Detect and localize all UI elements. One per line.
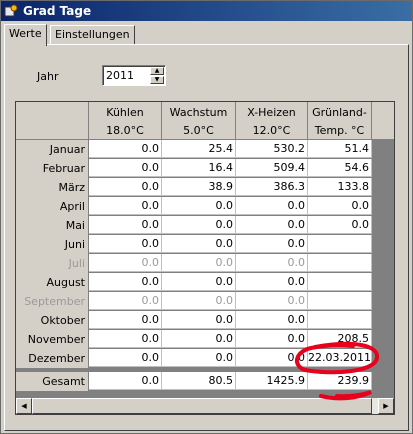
table-cell[interactable]: 239.9 — [308, 372, 372, 390]
column-subtitle: 5.0°C — [183, 124, 214, 137]
row-header[interactable]: Juni — [16, 235, 88, 254]
table-cell[interactable]: 0.0 — [89, 311, 162, 329]
table-cell[interactable]: 1425.9 — [236, 372, 308, 390]
table-cell[interactable]: 0.0 — [89, 254, 162, 272]
table-cell[interactable]: 0.0 — [89, 235, 162, 253]
row-header[interactable]: Januar — [16, 140, 88, 159]
row-header[interactable]: April — [16, 197, 88, 216]
column-title: Grünland- — [312, 106, 367, 119]
spin-up-icon[interactable]: ▲ — [150, 67, 164, 75]
table-cell[interactable] — [308, 254, 372, 272]
table-cell[interactable]: 0.0 — [162, 216, 236, 234]
table-cell[interactable]: 0.0 — [308, 197, 372, 215]
column-title: Wachstum — [169, 106, 228, 119]
row-header[interactable]: Oktober — [16, 311, 88, 330]
table-cell[interactable]: 51.4 — [308, 140, 372, 158]
table-cell[interactable] — [308, 311, 372, 329]
horizontal-scrollbar[interactable]: ◀ ▶ — [16, 398, 394, 414]
table-cell[interactable]: 133.8 — [308, 178, 372, 196]
table-cell[interactable]: 0.0 — [308, 216, 372, 234]
table-cell[interactable]: 0.0 — [89, 330, 162, 348]
table-cell[interactable]: 0.0 — [89, 197, 162, 215]
table-cell[interactable]: 0.0 — [89, 178, 162, 196]
table-cell[interactable]: 0.0 — [162, 254, 236, 272]
row-header[interactable]: Dezember — [16, 349, 88, 368]
scroll-left-icon[interactable]: ◀ — [16, 398, 32, 414]
row-header[interactable]: März — [16, 178, 88, 197]
table-cell[interactable]: 80.5 — [162, 372, 236, 390]
table-cell[interactable]: 0.0 — [89, 140, 162, 158]
column-header-gruenland[interactable]: Grünland- Temp. °C — [308, 102, 372, 140]
table-cell[interactable]: 0.0 — [162, 349, 236, 367]
row-header[interactable]: September — [16, 292, 88, 311]
table-cell[interactable] — [308, 273, 372, 291]
table-cell[interactable]: 0.0 — [89, 159, 162, 177]
corner-header — [16, 102, 89, 140]
table-cell[interactable]: 0.0 — [89, 292, 162, 310]
column-header-xheizen[interactable]: X-Heizen 12.0°C — [236, 102, 308, 140]
table-cell[interactable]: 0.0 — [89, 273, 162, 291]
table-cell[interactable]: 25.4 — [162, 140, 236, 158]
column-title: X-Heizen — [247, 106, 296, 119]
table-cell[interactable]: 0.0 — [162, 197, 236, 215]
tab-werte[interactable]: Werte — [4, 24, 47, 46]
table-cell[interactable]: 0.0 — [236, 197, 308, 215]
table-cell[interactable]: 16.4 — [162, 159, 236, 177]
table-cell[interactable]: 0.0 — [236, 311, 308, 329]
year-value[interactable]: 2011 — [106, 69, 134, 82]
row-header[interactable]: Mai — [16, 216, 88, 235]
table-cell[interactable]: 0.0 — [236, 273, 308, 291]
spin-down-icon[interactable]: ▼ — [150, 76, 164, 84]
row-header[interactable]: Gesamt — [16, 372, 88, 391]
row-header[interactable]: Februar — [16, 159, 88, 178]
header-filler — [372, 102, 394, 140]
table-cell[interactable]: 0.0 — [236, 216, 308, 234]
table-cell[interactable]: 22.03.2011 — [308, 349, 372, 367]
column-subtitle: Temp. °C — [314, 124, 365, 137]
row-header[interactable]: November — [16, 330, 88, 349]
column-header-kuehlen[interactable]: Kühlen 18.0°C — [89, 102, 162, 140]
table-cell[interactable]: 208.5 — [308, 330, 372, 348]
app-icon — [4, 4, 18, 17]
app-window: Grad Tage Werte Einstellungen Jahr 2011 … — [0, 0, 413, 434]
window-title: Grad Tage — [23, 4, 92, 18]
column-subtitle: 18.0°C — [106, 124, 144, 137]
table-cell[interactable]: 0.0 — [162, 330, 236, 348]
scroll-right-icon[interactable]: ▶ — [378, 398, 394, 414]
title-bar[interactable]: Grad Tage — [1, 1, 412, 21]
table-cell[interactable]: 0.0 — [236, 349, 308, 367]
table-cell[interactable]: 530.2 — [236, 140, 308, 158]
table-cell[interactable]: 0.0 — [162, 235, 236, 253]
table-cell[interactable]: 0.0 — [236, 292, 308, 310]
table-cell[interactable]: 0.0 — [89, 216, 162, 234]
table-cell[interactable]: 0.0 — [162, 273, 236, 291]
table-cell[interactable]: 54.6 — [308, 159, 372, 177]
scrollbar-thumb[interactable] — [32, 398, 372, 414]
table-cell[interactable]: 0.0 — [89, 372, 162, 390]
table-cell[interactable]: 0.0 — [236, 330, 308, 348]
table-cell[interactable] — [308, 235, 372, 253]
table-cell[interactable]: 509.4 — [236, 159, 308, 177]
year-label: Jahr — [37, 70, 59, 83]
table-cell[interactable]: 0.0 — [236, 235, 308, 253]
year-spinner[interactable]: 2011 ▲ ▼ — [102, 65, 166, 86]
table-cell[interactable]: 0.0 — [236, 254, 308, 272]
table-cell[interactable] — [308, 292, 372, 310]
column-title: Kühlen — [106, 106, 144, 119]
table-cell[interactable]: 38.9 — [162, 178, 236, 196]
column-subtitle: 12.0°C — [252, 124, 291, 137]
row-header[interactable]: Juli — [16, 254, 88, 273]
tab-einstellungen[interactable]: Einstellungen — [50, 25, 135, 44]
column-header-wachstum[interactable]: Wachstum 5.0°C — [162, 102, 236, 140]
table-cell[interactable]: 0.0 — [89, 349, 162, 367]
table-cell[interactable]: 386.3 — [236, 178, 308, 196]
table-cell[interactable]: 0.0 — [162, 292, 236, 310]
degree-days-table: Kühlen 18.0°C Wachstum 5.0°C X-Heizen 12… — [15, 101, 395, 415]
row-header[interactable]: August — [16, 273, 88, 292]
table-cell[interactable]: 0.0 — [162, 311, 236, 329]
